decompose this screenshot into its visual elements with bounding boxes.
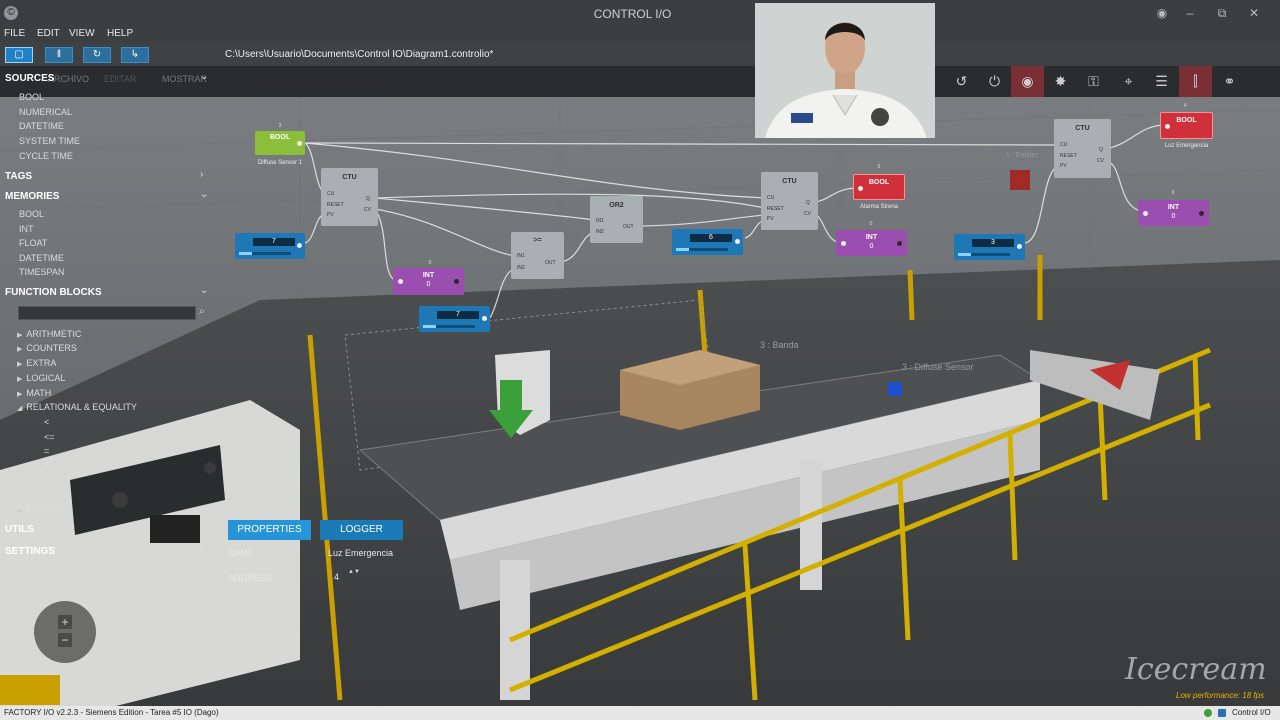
ctu-counter-block[interactable]: CTU CU RESET PV Q CV xyxy=(321,168,378,226)
block-title: CTU xyxy=(782,178,797,185)
constant-value[interactable]: 3 xyxy=(972,239,1014,247)
numeric-constant-block[interactable]: 3 xyxy=(954,234,1025,260)
presenter-video xyxy=(755,3,935,138)
int-address: 0 xyxy=(869,221,873,227)
int-memory-block[interactable]: INT 0 xyxy=(836,230,907,256)
block-title: BOOL xyxy=(1176,117,1197,124)
bool-output-block-selected[interactable]: BOOL xyxy=(1160,112,1213,139)
block-title: INT xyxy=(422,272,435,279)
block-caption: Diffuse Sensor 1 xyxy=(257,160,303,166)
bool-address: 5 xyxy=(877,164,881,170)
int-memory-block[interactable]: INT 0 xyxy=(1138,200,1209,226)
output-port[interactable] xyxy=(735,239,740,244)
port-pv: PV xyxy=(1060,163,1067,169)
tab-logger[interactable]: LOGGER xyxy=(320,520,403,540)
webcam-overlay xyxy=(755,3,935,138)
block-title: INT xyxy=(865,234,878,241)
diagram-wires xyxy=(304,124,1166,319)
value-slider[interactable] xyxy=(423,325,475,328)
port-in1: IN1 xyxy=(596,218,604,224)
output-port[interactable] xyxy=(297,141,302,146)
output-port[interactable] xyxy=(297,243,302,248)
int-address: 0 xyxy=(1171,190,1175,196)
value-slider[interactable] xyxy=(676,248,728,251)
int-memory-block[interactable]: INT 0 xyxy=(393,268,464,295)
block-title: CTU xyxy=(1075,125,1090,132)
block-title: >= xyxy=(533,237,542,244)
block-title: BOOL xyxy=(868,179,890,186)
block-title: OR2 xyxy=(609,202,624,209)
port-cu: CU xyxy=(767,195,775,201)
name-field[interactable]: Luz Emergencia xyxy=(328,548,393,558)
name-label: NAME xyxy=(228,548,255,558)
greater-equal-block[interactable]: >= IN1 IN2 OUT xyxy=(511,232,564,279)
block-title: CTU xyxy=(342,174,357,181)
wire xyxy=(814,187,859,203)
status-controller-name: Control I/O xyxy=(1232,708,1271,717)
or2-block[interactable]: OR2 IN1 IN2 OUT xyxy=(590,196,643,243)
port-in2: IN2 xyxy=(517,265,525,271)
block-caption: Luz Emergencia xyxy=(1164,143,1209,149)
port-cv: CV xyxy=(1097,158,1104,164)
numeric-constant-block[interactable]: 6 xyxy=(672,229,743,255)
bool-output-block[interactable]: BOOL xyxy=(853,174,905,200)
address-field[interactable]: 4 xyxy=(334,572,339,582)
port-out: OUT xyxy=(545,260,556,266)
bool-address: 4 xyxy=(1183,103,1187,109)
port-q: Q xyxy=(366,196,370,202)
input-port[interactable] xyxy=(1165,124,1170,129)
value-slider[interactable] xyxy=(958,253,1010,256)
controller-icon xyxy=(1218,709,1226,717)
ctu-counter-block[interactable]: CTU CU RESET PV Q CV xyxy=(761,172,818,230)
ok-status-icon xyxy=(1204,709,1212,717)
block-title: BOOL xyxy=(269,134,291,141)
port-cu: CU xyxy=(327,191,335,197)
constant-value[interactable]: 6 xyxy=(690,234,732,242)
watermark-logo: Icecream xyxy=(1125,652,1267,687)
port-q: Q xyxy=(806,200,810,206)
int-address: 0 xyxy=(428,260,432,266)
port-q: Q xyxy=(1099,147,1103,153)
output-port[interactable] xyxy=(897,241,902,246)
port-cv: CV xyxy=(364,207,371,213)
ctu-counter-block[interactable]: CTU CU RESET PV Q CV xyxy=(1054,119,1111,178)
port-in2: IN2 xyxy=(596,229,604,235)
input-port[interactable] xyxy=(841,241,846,246)
wire xyxy=(374,193,766,209)
wire xyxy=(304,142,1061,146)
output-port[interactable] xyxy=(482,316,487,321)
port-reset: RESET xyxy=(767,206,784,212)
port-out: OUT xyxy=(623,224,634,230)
port-in1: IN1 xyxy=(517,253,525,259)
output-port[interactable] xyxy=(1199,211,1204,216)
port-reset: RESET xyxy=(327,202,344,208)
wire xyxy=(639,214,766,227)
constant-value[interactable]: 7 xyxy=(437,311,479,319)
port-cv: CV xyxy=(804,211,811,217)
input-port[interactable] xyxy=(398,279,403,284)
performance-warning: Low performance: 18 fps xyxy=(1176,691,1265,700)
port-pv: PV xyxy=(327,212,334,218)
status-text: FACTORY I/O v2.2.3 - Siemens Edition - T… xyxy=(4,708,219,717)
constant-value[interactable]: 7 xyxy=(253,238,295,246)
port-pv: PV xyxy=(767,216,774,222)
block-caption: Alarma Sirena xyxy=(859,204,898,210)
bool-input-block[interactable]: BOOL xyxy=(255,131,305,155)
address-label: ADDRESS xyxy=(228,573,272,583)
port-cu: CU xyxy=(1060,142,1068,148)
output-port[interactable] xyxy=(454,279,459,284)
block-title: INT xyxy=(1167,204,1180,211)
address-stepper-icon[interactable]: ▲▼ xyxy=(348,569,360,575)
numeric-constant-block[interactable]: 7 xyxy=(235,233,305,259)
numeric-constant-block[interactable]: 7 xyxy=(419,306,490,332)
output-port[interactable] xyxy=(1017,244,1022,249)
bool-sensor-address: 3 xyxy=(278,123,282,129)
input-port[interactable] xyxy=(1143,211,1148,216)
value-slider[interactable] xyxy=(239,252,291,255)
status-bar: FACTORY I/O v2.2.3 - Siemens Edition - T… xyxy=(0,706,1280,720)
wire xyxy=(374,208,516,257)
tab-properties[interactable]: PROPERTIES xyxy=(228,520,311,540)
port-reset: RESET xyxy=(1060,153,1077,159)
input-port[interactable] xyxy=(858,186,863,191)
